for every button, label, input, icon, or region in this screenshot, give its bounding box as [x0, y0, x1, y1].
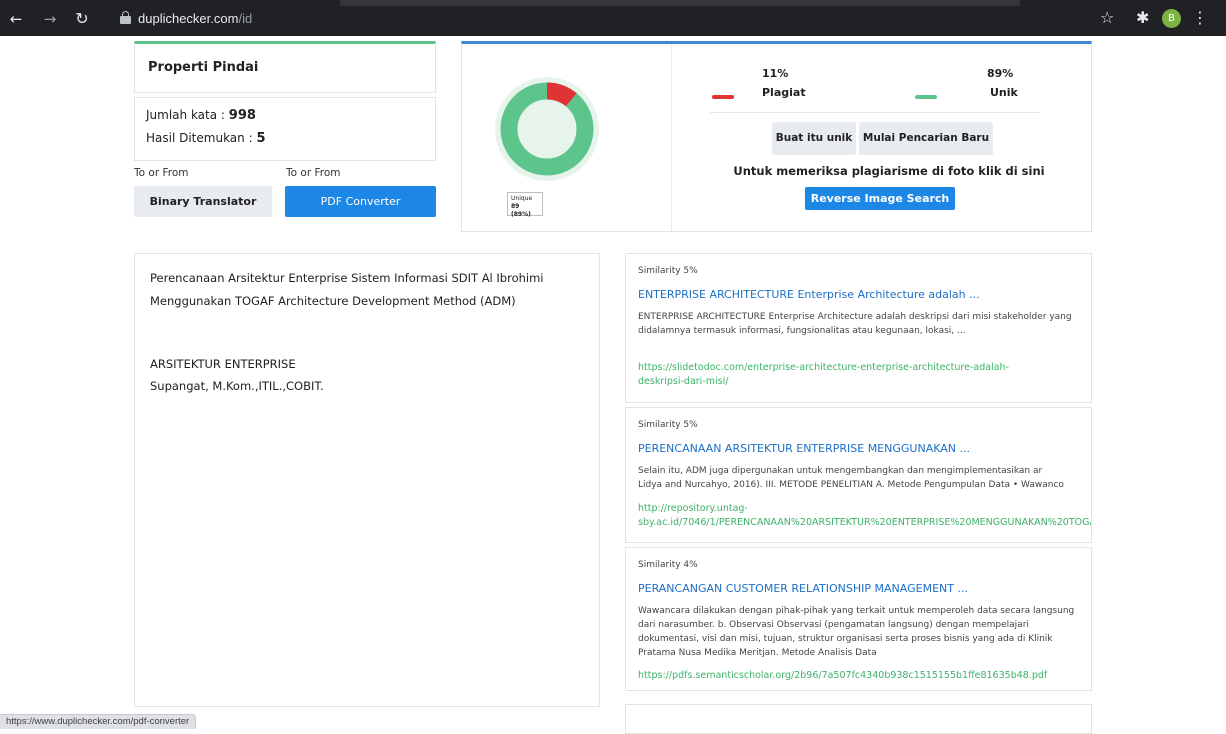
donut-tooltip-value: 89 (89%): [511, 203, 531, 218]
match-source-link[interactable]: https://pdfs.semanticscholar.org/2b96/7a…: [638, 669, 1083, 683]
match-title-link[interactable]: ENTERPRISE ARCHITECTURE Enterprise Archi…: [638, 288, 980, 301]
document-line: Perencanaan Arsitektur Enterprise Sistem…: [150, 271, 544, 285]
page-content: Properti Pindai Jumlah kata : 998 Hasil …: [0, 36, 1226, 734]
unik-legend-swatch: [915, 95, 937, 99]
status-bar-url: https://www.duplichecker.com/pdf-convert…: [0, 714, 197, 729]
scan-properties-title: Properti Pindai: [148, 60, 259, 75]
match-result-card: Similarity 5% ENTERPRISE ARCHITECTURE En…: [625, 253, 1092, 403]
profile-avatar[interactable]: B: [1162, 9, 1181, 28]
unik-percentage: 89%: [987, 67, 1014, 80]
similarity-label: Similarity 5%: [638, 266, 698, 276]
match-title-link[interactable]: PERANCANGAN CUSTOMER RELATIONSHIP MANAGE…: [638, 582, 968, 595]
match-source-link[interactable]: sby.ac.id/7046/1/PERENCANAAN%20ARSITEKTU…: [638, 516, 1091, 530]
match-description: Wawancara dilakukan dengan pihak-pihak y…: [638, 606, 1075, 658]
unik-label: Unik: [990, 86, 1018, 99]
legend-divider: [710, 112, 1040, 113]
address-bar[interactable]: duplichecker.com/id: [98, 7, 1218, 31]
tab-strip-active: [340, 0, 1020, 6]
checked-text-panel[interactable]: Perencanaan Arsitektur Enterprise Sistem…: [134, 253, 600, 707]
document-line: Supangat, M.Kom.,ITIL.,COBIT.: [150, 379, 324, 393]
reverse-image-search-button[interactable]: Reverse Image Search: [805, 187, 955, 210]
url-text[interactable]: duplichecker.com/id: [138, 11, 252, 26]
browser-toolbar: ← → ↻ duplichecker.com/id ☆ ✱ B ⋮: [0, 0, 1226, 36]
scan-stats: Jumlah kata : 998 Hasil Ditemukan : 5: [134, 97, 436, 161]
word-count-value: 998: [228, 108, 256, 123]
match-result-card: Similarity 4% PERANCANGAN CUSTOMER RELAT…: [625, 547, 1092, 691]
match-description: ENTERPRISE ARCHITECTURE Enterprise Archi…: [638, 312, 1072, 336]
plagiarism-donut-chart: [495, 77, 599, 181]
new-search-button[interactable]: Mulai Pencarian Baru: [859, 122, 993, 155]
plagiat-legend-swatch: [712, 95, 734, 99]
back-arrow-icon[interactable]: ←: [6, 9, 26, 29]
match-result-card: Similarity 5% PERENCANAAN ARSITEKTUR ENT…: [625, 407, 1092, 543]
panel-divider: [671, 44, 672, 232]
results-found-label: Hasil Ditemukan :: [146, 131, 253, 145]
document-line: ARSITEKTUR ENTERPRISE: [150, 357, 296, 371]
match-result-card: [625, 704, 1092, 734]
word-count-label: Jumlah kata :: [146, 108, 225, 122]
extensions-puzzle-icon[interactable]: ✱: [1136, 9, 1149, 27]
forward-arrow-icon[interactable]: →: [40, 9, 60, 29]
plagiat-label: Plagiat: [762, 86, 806, 99]
match-title-link[interactable]: PERENCANAAN ARSITEKTUR ENTERPRISE MENGGU…: [638, 442, 970, 455]
similarity-label: Similarity 5%: [638, 420, 698, 430]
results-found-value: 5: [256, 131, 266, 146]
match-description: Selain itu, ADM juga dipergunakan untuk …: [638, 466, 1043, 476]
browser-menu-icon[interactable]: ⋮: [1192, 8, 1208, 28]
to-from-label: To or From: [134, 167, 189, 179]
reload-icon[interactable]: ↻: [72, 9, 92, 29]
pdf-converter-button[interactable]: PDF Converter: [285, 186, 436, 217]
make-unique-button[interactable]: Buat itu unik: [772, 122, 856, 155]
to-from-label: To or From: [286, 167, 341, 179]
binary-translator-button[interactable]: Binary Translator: [134, 186, 272, 217]
document-line: Menggunakan TOGAF Architecture Developme…: [150, 294, 516, 308]
match-description: Lidya and Nurcahyo, 2016). III. METODE P…: [638, 480, 1064, 490]
results-found: Hasil Ditemukan : 5: [146, 131, 266, 146]
photo-plagiarism-prompt: Untuk memeriksa plagiarisme di foto klik…: [733, 164, 1045, 178]
bookmark-star-icon[interactable]: ☆: [1100, 9, 1114, 27]
plagiat-percentage: 11%: [762, 67, 789, 80]
url-domain: duplichecker.com: [138, 11, 239, 26]
scan-properties-header: Properti Pindai: [134, 41, 436, 93]
match-source-link[interactable]: https://slidetodoc.com/enterprise-archit…: [638, 361, 1083, 375]
plagiarism-result-panel: Unique 89 (89%) 11% 89% Plagiat Unik Bua…: [461, 41, 1092, 232]
similarity-label: Similarity 4%: [638, 560, 698, 570]
word-count: Jumlah kata : 998: [146, 108, 256, 123]
match-source-link[interactable]: deskripsi-dari-misi/: [638, 375, 1083, 389]
donut-tooltip: Unique 89 (89%): [507, 192, 543, 218]
lock-icon[interactable]: [120, 11, 132, 25]
match-source-link[interactable]: http://repository.untag-: [638, 502, 1083, 516]
url-path: /id: [238, 11, 253, 26]
donut-tooltip-label: Unique: [511, 195, 533, 202]
